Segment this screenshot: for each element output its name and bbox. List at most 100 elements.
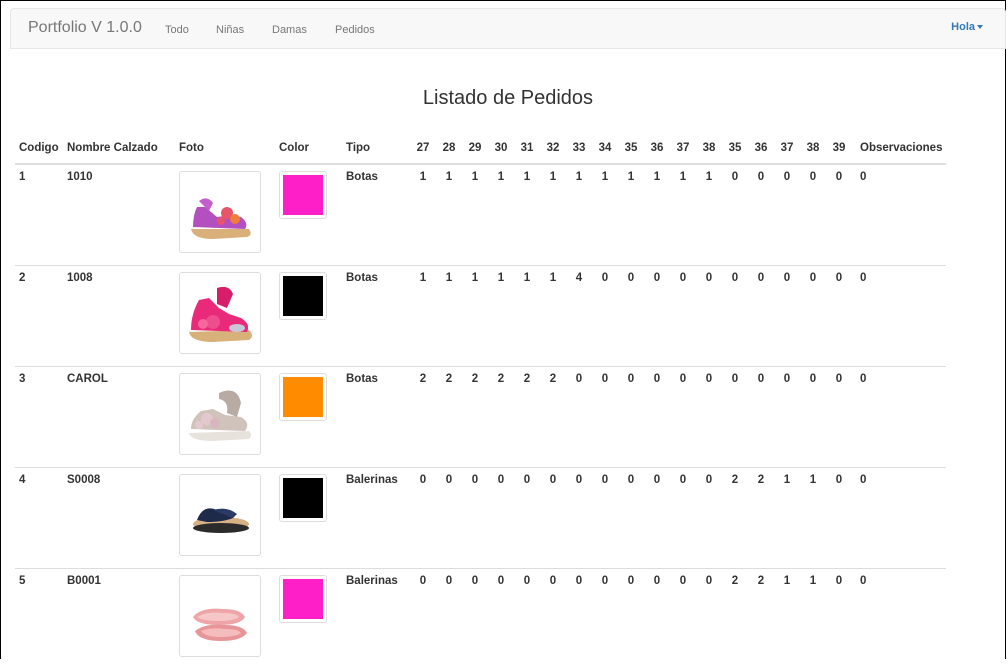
caret-down-icon [977, 25, 983, 29]
cell-size-qty: 0 [592, 367, 618, 468]
nav-link-todo[interactable]: Todo [165, 24, 189, 36]
color-swatch-fill [283, 478, 323, 518]
cell-size-qty: 0 [748, 164, 774, 266]
cell-size-qty: 2 [540, 367, 566, 468]
cell-observaciones: 0 [852, 569, 946, 669]
cell-size-qty: 0 [826, 367, 852, 468]
cell-size-qty: 0 [774, 367, 800, 468]
cell-size-qty: 0 [670, 468, 696, 569]
cell-size-qty: 0 [800, 367, 826, 468]
cell-size-qty: 0 [618, 266, 644, 367]
cell-codigo: 1 [15, 164, 63, 266]
cell-size-qty: 0 [592, 266, 618, 367]
cell-size-qty: 0 [826, 266, 852, 367]
cell-foto [175, 468, 275, 569]
cell-size-qty: 0 [644, 468, 670, 569]
cell-size-qty: 1 [800, 569, 826, 669]
cell-nombre: 1010 [63, 164, 175, 266]
cell-size-qty: 0 [514, 569, 540, 669]
col-header-size: 37 [670, 133, 696, 164]
product-photo[interactable] [179, 272, 261, 354]
col-header-size: 38 [800, 133, 826, 164]
cell-size-qty: 2 [462, 367, 488, 468]
cell-size-qty: 0 [774, 266, 800, 367]
table-row[interactable]: 4S0008Balerinas000000000000221100 [15, 468, 946, 569]
cell-size-qty: 0 [592, 569, 618, 669]
col-header-size: 27 [410, 133, 436, 164]
cell-size-qty: 0 [462, 569, 488, 669]
cell-foto [175, 164, 275, 266]
cell-tipo: Balerinas [342, 569, 410, 669]
cell-color [275, 164, 342, 266]
cell-size-qty: 1 [514, 164, 540, 266]
cell-size-qty: 0 [670, 569, 696, 669]
cell-size-qty: 0 [800, 266, 826, 367]
col-header-size: 31 [514, 133, 540, 164]
cell-nombre: 1008 [63, 266, 175, 367]
col-header-foto: Foto [175, 133, 275, 164]
cell-size-qty: 0 [670, 266, 696, 367]
cell-size-qty: 1 [436, 164, 462, 266]
col-header-nombre: Nombre Calzado [63, 133, 175, 164]
nav-link-ninas[interactable]: Niñas [216, 24, 244, 36]
cell-nombre: CAROL [63, 367, 175, 468]
cell-color [275, 569, 342, 669]
cell-foto [175, 266, 275, 367]
cell-size-qty: 0 [488, 468, 514, 569]
product-photo[interactable] [179, 373, 261, 455]
color-swatch-fill [283, 276, 323, 316]
col-header-codigo: Codigo [15, 133, 63, 164]
cell-codigo: 5 [15, 569, 63, 669]
cell-tipo: Botas [342, 164, 410, 266]
navbar-brand[interactable]: Portfolio V 1.0.0 [28, 19, 142, 37]
product-photo[interactable] [179, 474, 261, 556]
cell-size-qty: 0 [488, 569, 514, 669]
cell-observaciones: 0 [852, 367, 946, 468]
col-header-size: 30 [488, 133, 514, 164]
nav-link-pedidos[interactable]: Pedidos [335, 24, 375, 36]
cell-size-qty: 0 [696, 569, 722, 669]
col-header-size: 32 [540, 133, 566, 164]
cell-size-qty: 0 [774, 164, 800, 266]
col-header-tipo: Tipo [342, 133, 410, 164]
user-menu-dropdown[interactable]: Hola [951, 21, 983, 33]
cell-size-qty: 0 [722, 266, 748, 367]
col-header-size: 36 [748, 133, 774, 164]
cell-nombre: S0008 [63, 468, 175, 569]
cell-size-qty: 2 [748, 468, 774, 569]
cell-size-qty: 1 [618, 164, 644, 266]
cell-size-qty: 0 [826, 164, 852, 266]
cell-size-qty: 1 [696, 164, 722, 266]
color-swatch [279, 474, 327, 522]
col-header-observaciones: Observaciones [852, 133, 946, 164]
cell-size-qty: 0 [540, 569, 566, 669]
color-swatch-fill [283, 377, 323, 417]
table-row[interactable]: 3CAROLBotas222222000000000000 [15, 367, 946, 468]
nav-link-damas[interactable]: Damas [272, 24, 307, 36]
col-header-size: 38 [696, 133, 722, 164]
cell-size-qty: 0 [748, 266, 774, 367]
cell-tipo: Balerinas [342, 468, 410, 569]
cell-size-qty: 0 [748, 367, 774, 468]
cell-codigo: 3 [15, 367, 63, 468]
cell-size-qty: 1 [488, 266, 514, 367]
cell-size-qty: 4 [566, 266, 592, 367]
cell-size-qty: 2 [488, 367, 514, 468]
color-swatch [279, 575, 327, 623]
color-swatch-fill [283, 579, 323, 619]
cell-size-qty: 0 [800, 164, 826, 266]
cell-observaciones: 0 [852, 164, 946, 266]
cell-size-qty: 2 [410, 367, 436, 468]
cell-size-qty: 1 [566, 164, 592, 266]
cell-tipo: Botas [342, 367, 410, 468]
table-row[interactable]: 11010Botas111111111111000000 [15, 164, 946, 266]
table-row[interactable]: 21008Botas111111400000000000 [15, 266, 946, 367]
product-photo[interactable] [179, 575, 261, 657]
cell-size-qty: 0 [644, 569, 670, 669]
col-header-size: 37 [774, 133, 800, 164]
cell-size-qty: 1 [436, 266, 462, 367]
product-photo[interactable] [179, 171, 261, 253]
col-header-color: Color [275, 133, 342, 164]
table-row[interactable]: 5B0001Balerinas000000000000221100 [15, 569, 946, 669]
cell-foto [175, 367, 275, 468]
